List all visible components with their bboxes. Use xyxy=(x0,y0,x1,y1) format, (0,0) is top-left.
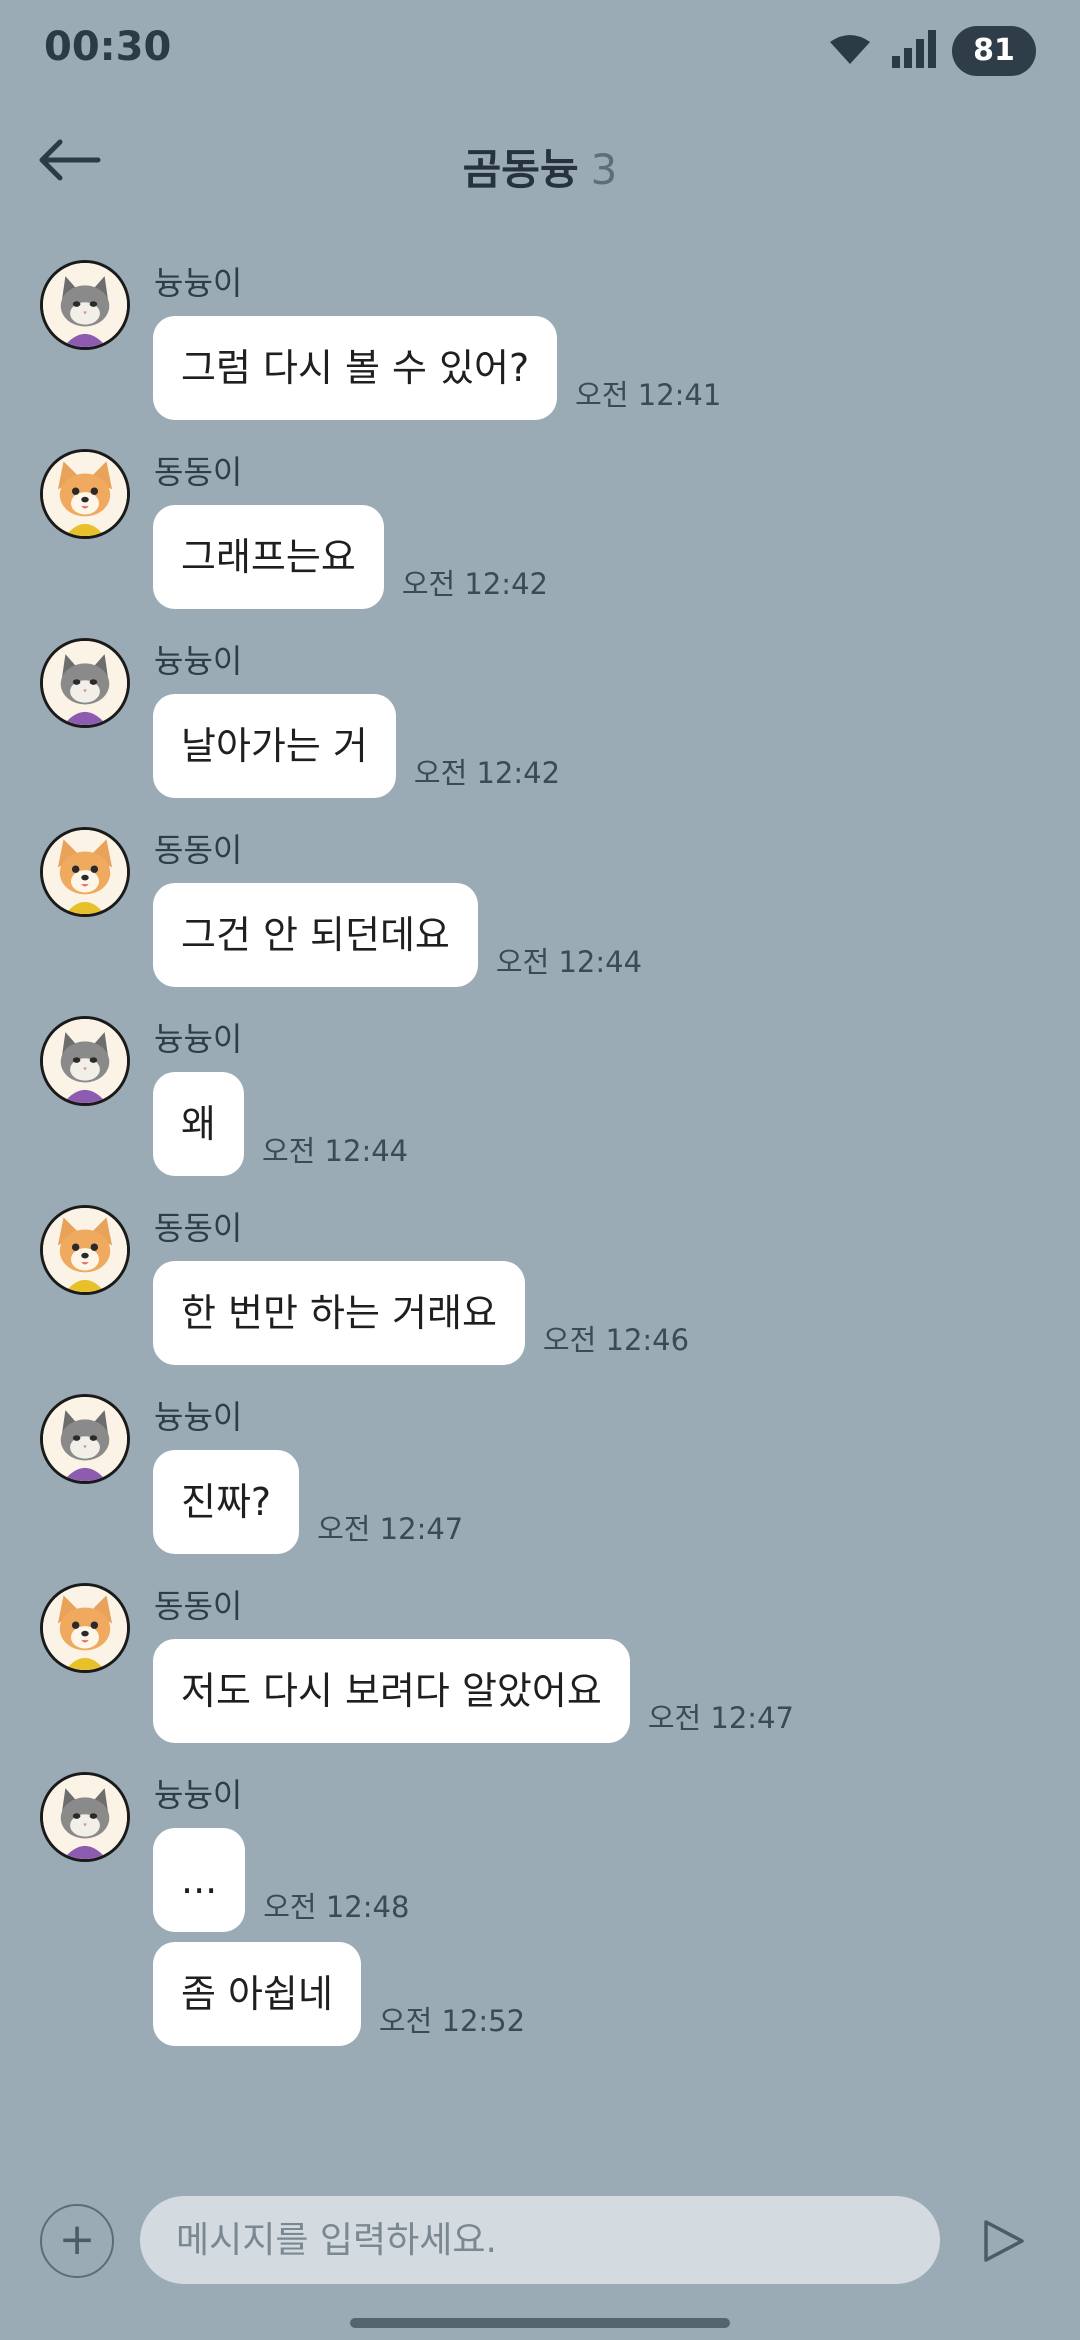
wifi-icon xyxy=(830,35,870,64)
message-row: 날아가는 거 오전 12:42 xyxy=(153,694,560,798)
message-bubble[interactable]: 한 번만 하는 거래요 xyxy=(153,1261,525,1365)
battery-badge: 81 xyxy=(952,26,1036,76)
dog-avatar[interactable] xyxy=(40,449,130,539)
sender-name: 늉늉이 xyxy=(154,264,243,302)
cat-avatar[interactable] xyxy=(40,1772,130,1862)
message-time: 오전 12:46 xyxy=(542,1323,690,1357)
cat-avatar[interactable] xyxy=(40,260,130,350)
status-bar: 00:30 81 xyxy=(0,0,1080,100)
cat-avatar[interactable] xyxy=(40,1016,130,1106)
message-time: 오전 12:42 xyxy=(401,567,548,601)
home-indicator xyxy=(350,2318,730,2328)
message-time: 오전 12:48 xyxy=(263,1890,410,1924)
signal-icon xyxy=(892,30,936,68)
sender-name: 늉늉이 xyxy=(154,1776,243,1814)
message-bubble[interactable]: ... xyxy=(153,1828,246,1932)
message-bubble[interactable]: 저도 다시 보려다 알았어요 xyxy=(153,1639,630,1743)
dog-avatar[interactable] xyxy=(40,827,130,917)
attach-button[interactable]: + xyxy=(40,2204,114,2278)
message-time: 오전 12:47 xyxy=(647,1701,794,1735)
dog-avatar[interactable] xyxy=(40,1205,130,1295)
message-bubble[interactable]: 그럼 다시 볼 수 있어? xyxy=(153,316,558,420)
sender-name: 동동이 xyxy=(154,1209,243,1247)
message-bubble[interactable]: 진짜? xyxy=(153,1450,300,1554)
message-time: 오전 12:52 xyxy=(378,2004,526,2038)
message-row: 진짜? 오전 12:47 xyxy=(153,1450,463,1554)
message-bubble[interactable]: 왜 xyxy=(153,1072,244,1176)
plus-icon: + xyxy=(58,2214,96,2265)
message-input[interactable] xyxy=(140,2196,940,2284)
cat-avatar[interactable] xyxy=(40,1394,130,1484)
chat-name: 곰동늉 xyxy=(462,145,579,194)
message-time: 오전 12:41 xyxy=(575,378,722,412)
sender-name: 늉늉이 xyxy=(154,1398,243,1436)
member-count: 3 xyxy=(590,145,618,194)
sender-name: 동동이 xyxy=(154,1587,243,1625)
message-row: 좀 아쉽네 오전 12:52 xyxy=(153,1942,525,2046)
cat-avatar[interactable] xyxy=(40,638,130,728)
message-row: 저도 다시 보려다 알았어요 오전 12:47 xyxy=(153,1639,794,1743)
message-bubble[interactable]: 좀 아쉽네 xyxy=(153,1942,361,2046)
message-bubble[interactable]: 그건 안 되던데요 xyxy=(153,883,478,987)
sender-name: 동동이 xyxy=(154,831,243,869)
send-icon xyxy=(984,2220,1024,2262)
dog-avatar[interactable] xyxy=(40,1583,130,1673)
sender-name: 동동이 xyxy=(154,453,243,491)
message-row: 왜 오전 12:44 xyxy=(153,1072,408,1176)
sender-name: 늉늉이 xyxy=(154,1020,243,1058)
message-bubble[interactable]: 그래프는요 xyxy=(153,505,384,609)
message-row: 그럼 다시 볼 수 있어? 오전 12:41 xyxy=(153,316,721,420)
message-time: 오전 12:44 xyxy=(495,945,643,979)
message-row: 그건 안 되던데요 오전 12:44 xyxy=(153,883,642,987)
status-time: 00:30 xyxy=(44,24,172,70)
chat-title: 곰동늉 3 xyxy=(0,136,1080,197)
message-row: 그래프는요 오전 12:42 xyxy=(153,505,548,609)
message-time: 오전 12:44 xyxy=(261,1134,409,1168)
message-row: ... 오전 12:48 xyxy=(153,1828,409,1932)
message-bubble[interactable]: 날아가는 거 xyxy=(153,694,396,798)
message-time: 오전 12:42 xyxy=(413,756,561,790)
chat-header: 곰동늉 3 xyxy=(0,110,1080,220)
message-time: 오전 12:47 xyxy=(317,1512,464,1546)
message-row: 한 번만 하는 거래요 오전 12:46 xyxy=(153,1261,689,1365)
send-button[interactable] xyxy=(976,2214,1030,2268)
sender-name: 늉늉이 xyxy=(154,642,243,680)
